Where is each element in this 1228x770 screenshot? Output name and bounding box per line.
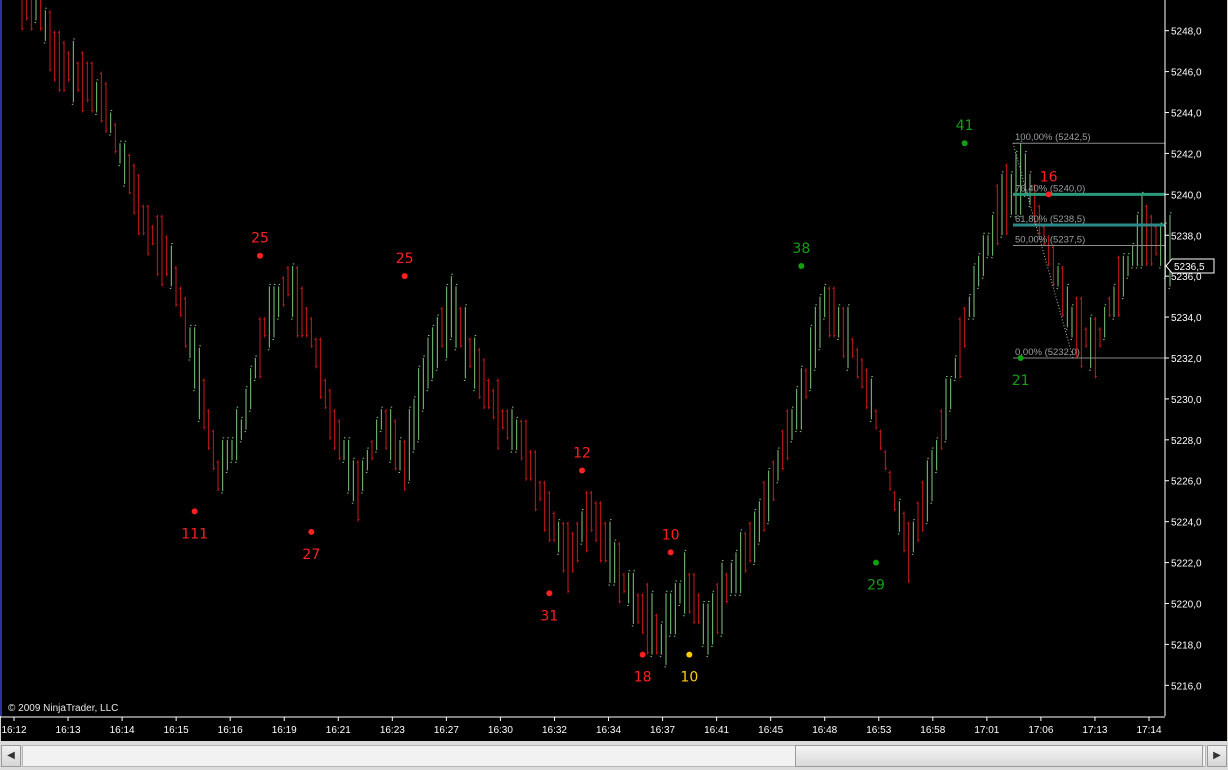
x-tick-label: 16:48	[812, 725, 837, 736]
arrow-left-icon[interactable]: ◀	[1, 745, 21, 767]
y-tick-label: 5244,0	[1171, 109, 1202, 120]
swing-point-marker	[667, 549, 674, 556]
swing-label: 38	[792, 241, 810, 257]
swing-point-marker	[257, 252, 263, 259]
y-tick-label: 5248,0	[1171, 27, 1202, 38]
x-tick-label: 16:53	[866, 725, 891, 736]
y-tick-label: 5238,0	[1171, 231, 1202, 242]
x-tick-label: 16:19	[272, 725, 297, 736]
x-tick-label: 16:23	[380, 725, 405, 736]
swing-label: 25	[396, 251, 414, 267]
y-tick-label: 5236,0	[1171, 272, 1202, 283]
horizontal-scrollbar[interactable]: ◀ ▶	[0, 741, 1228, 770]
swing-point-marker	[873, 559, 879, 566]
current-price-label: 5236,5	[1174, 262, 1205, 273]
swing-label: 41	[956, 118, 974, 134]
swing-label: 10	[662, 527, 680, 543]
fib-level-label: 50,00% (5237,5)	[1015, 234, 1085, 245]
chart-window: 100,00% (5242,5) 76,40% (5240,0) 61,80% (5…	[0, 0, 1228, 770]
x-tick-label: 16:14	[110, 725, 135, 736]
y-tick-label: 5246,0	[1171, 68, 1202, 79]
scrollbar-thumb[interactable]	[795, 745, 1203, 767]
swing-point-marker	[686, 651, 693, 658]
swing-label: 29	[867, 578, 885, 594]
x-tick-label: 16:12	[1, 725, 26, 736]
swing-point-marker	[639, 651, 646, 658]
x-tick-label: 16:21	[326, 725, 351, 736]
swing-point-marker	[1017, 355, 1024, 361]
swing-point-marker	[1045, 191, 1052, 198]
y-tick-label: 5234,0	[1171, 313, 1202, 324]
swing-point-marker	[546, 590, 553, 597]
swing-label: 27	[302, 547, 320, 563]
swing-label: 16	[1040, 169, 1058, 185]
x-tick-label: 16:32	[542, 725, 567, 736]
swing-point-marker	[798, 262, 805, 269]
swing-label: 31	[540, 608, 558, 624]
y-tick-label: 5218,0	[1171, 640, 1202, 651]
arrow-right-icon[interactable]: ▶	[1207, 745, 1227, 767]
y-tick-label: 5226,0	[1171, 477, 1202, 488]
x-tick-label: 16:27	[434, 725, 459, 736]
y-tick-label: 5220,0	[1171, 599, 1202, 610]
x-tick-label: 16:58	[920, 725, 945, 736]
swing-label: 25	[251, 231, 269, 247]
x-tick-label: 17:13	[1082, 725, 1107, 736]
x-tick-label: 16:30	[488, 725, 513, 736]
copyright-credit: © 2009 NinjaTrader, LLC	[8, 703, 119, 714]
y-tick-label: 5224,0	[1171, 518, 1202, 529]
swing-point-marker	[961, 140, 968, 147]
swing-point-marker	[579, 467, 585, 474]
fib-level-label: 100,00% (5242,5)	[1015, 132, 1091, 143]
swing-label: 10	[680, 670, 698, 686]
x-tick-label: 16:15	[164, 725, 189, 736]
y-tick-label: 5222,0	[1171, 559, 1202, 570]
swing-point-marker	[308, 528, 315, 535]
x-tick-label: 16:45	[758, 725, 783, 736]
x-tick-label: 16:37	[650, 725, 675, 736]
swing-label: 12	[573, 446, 591, 462]
swing-label: 111	[181, 526, 208, 542]
fib-level-label: 61,80% (5238,5)	[1015, 214, 1085, 225]
y-tick-label: 5240,0	[1171, 190, 1202, 201]
swing-point-marker	[401, 273, 408, 280]
x-tick-label: 16:34	[596, 725, 621, 736]
x-tick-label: 17:14	[1136, 725, 1161, 736]
y-tick-label: 5228,0	[1171, 436, 1202, 447]
swing-point-marker	[191, 508, 198, 515]
x-tick-label: 16:41	[704, 725, 729, 736]
x-tick-label: 17:06	[1028, 725, 1053, 736]
swing-label: 21	[1012, 373, 1030, 389]
swing-label: 18	[634, 670, 652, 686]
y-tick-label: 5242,0	[1171, 149, 1202, 160]
plot-background	[1, 0, 1227, 741]
price-chart[interactable]: 100,00% (5242,5)76,40% (5240,0)61,80% (5…	[0, 0, 1228, 741]
x-tick-label: 17:01	[974, 725, 999, 736]
y-tick-label: 5230,0	[1171, 395, 1202, 406]
x-tick-label: 16:13	[56, 725, 81, 736]
x-tick-label: 16:16	[218, 725, 243, 736]
y-tick-label: 5232,0	[1171, 354, 1202, 365]
y-tick-label: 5216,0	[1171, 681, 1202, 692]
